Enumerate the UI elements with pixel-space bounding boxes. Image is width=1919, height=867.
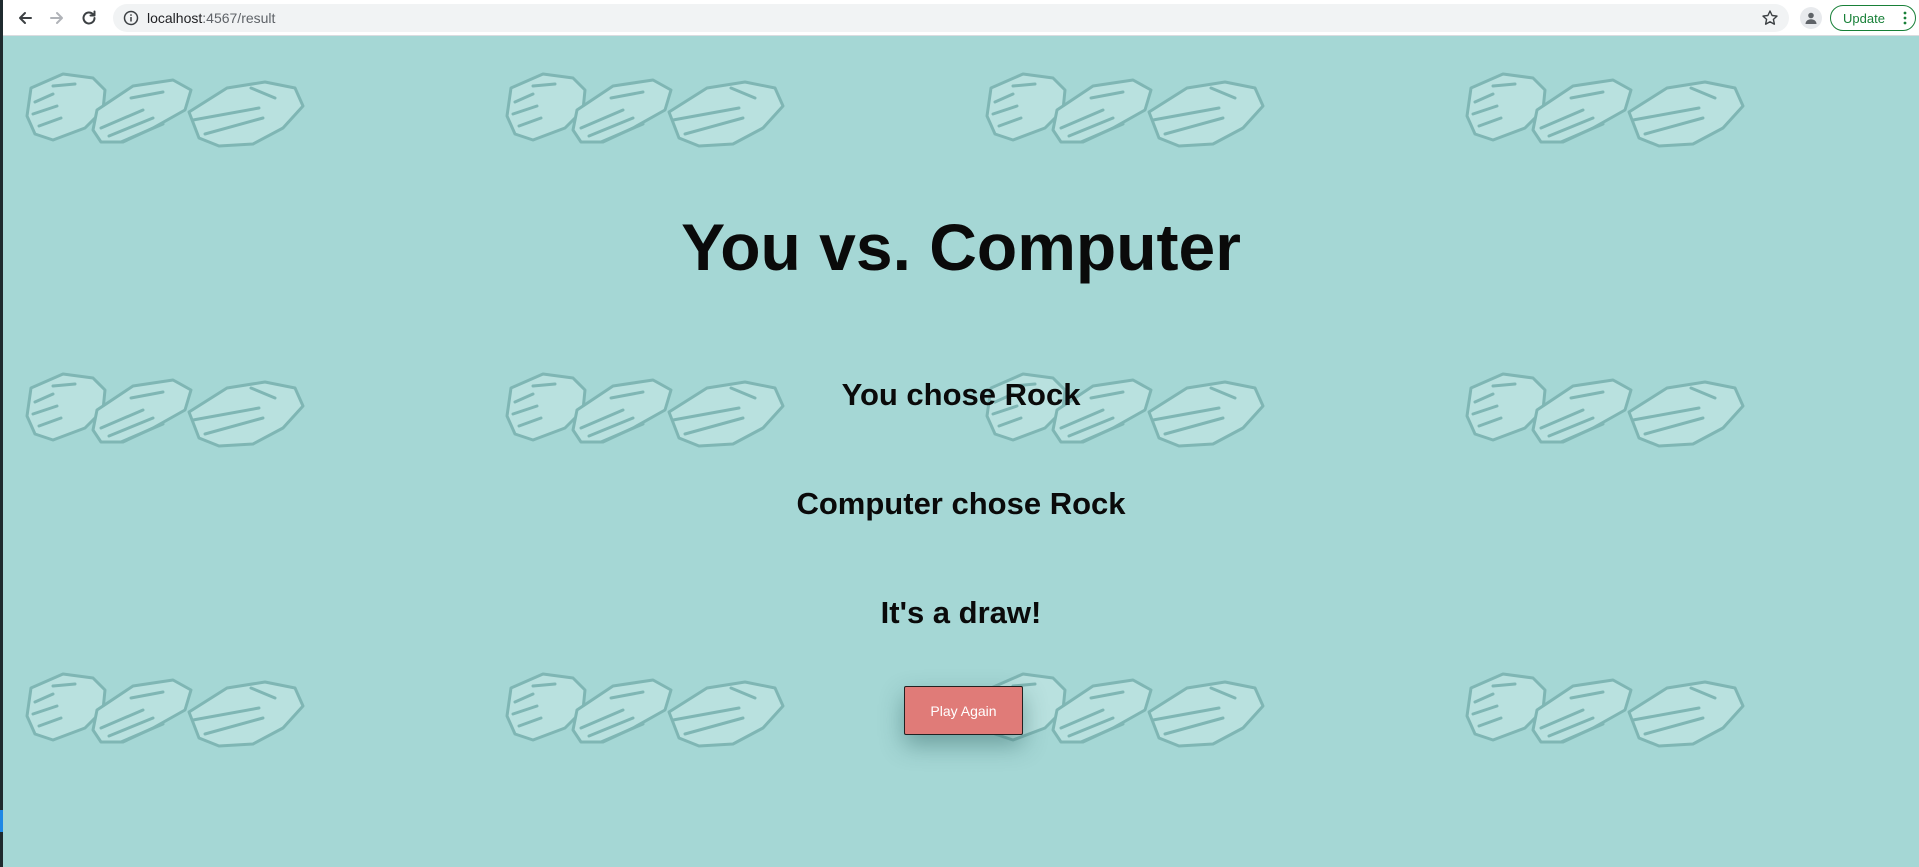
browser-window: localhost:4567/result Update You vs. Com…	[0, 0, 1919, 867]
back-arrow-icon	[19, 12, 32, 24]
reload-icon	[82, 10, 96, 25]
hands-pattern-icon	[505, 72, 785, 148]
result-page: You vs. Computer You chose Rock Computer…	[3, 36, 1919, 867]
url-path: :4567/result	[202, 10, 276, 26]
forward-arrow-icon	[50, 12, 63, 24]
bookmark-star-icon[interactable]	[1761, 9, 1779, 27]
play-again-button[interactable]: Play Again	[904, 686, 1023, 735]
hands-pattern-icon	[505, 672, 785, 748]
info-icon[interactable]	[123, 10, 139, 26]
hands-pattern-icon	[1465, 72, 1745, 148]
hands-pattern-icon	[985, 72, 1265, 148]
hands-pattern-icon	[1465, 672, 1745, 748]
profile-button[interactable]	[1800, 7, 1822, 29]
profile-avatar-icon	[1805, 12, 1817, 24]
computer-choice-text: Computer chose Rock	[796, 486, 1126, 521]
back-button[interactable]	[13, 6, 37, 30]
user-choice-text: You chose Rock	[841, 377, 1081, 412]
page-title: You vs. Computer	[681, 210, 1241, 284]
hands-pattern-icon	[25, 72, 305, 148]
forward-button[interactable]	[45, 6, 69, 30]
result-text: It's a draw!	[880, 595, 1042, 630]
update-button[interactable]: Update	[1830, 5, 1916, 31]
address-bar[interactable]: localhost:4567/result	[113, 4, 1789, 32]
hands-pattern-icon	[25, 672, 305, 748]
url-text: localhost:4567/result	[147, 10, 275, 26]
url-host: localhost	[147, 10, 203, 26]
reload-button[interactable]	[77, 6, 101, 30]
kebab-menu-icon	[1903, 11, 1907, 25]
update-label: Update	[1843, 10, 1885, 26]
browser-toolbar: localhost:4567/result Update	[3, 0, 1919, 36]
